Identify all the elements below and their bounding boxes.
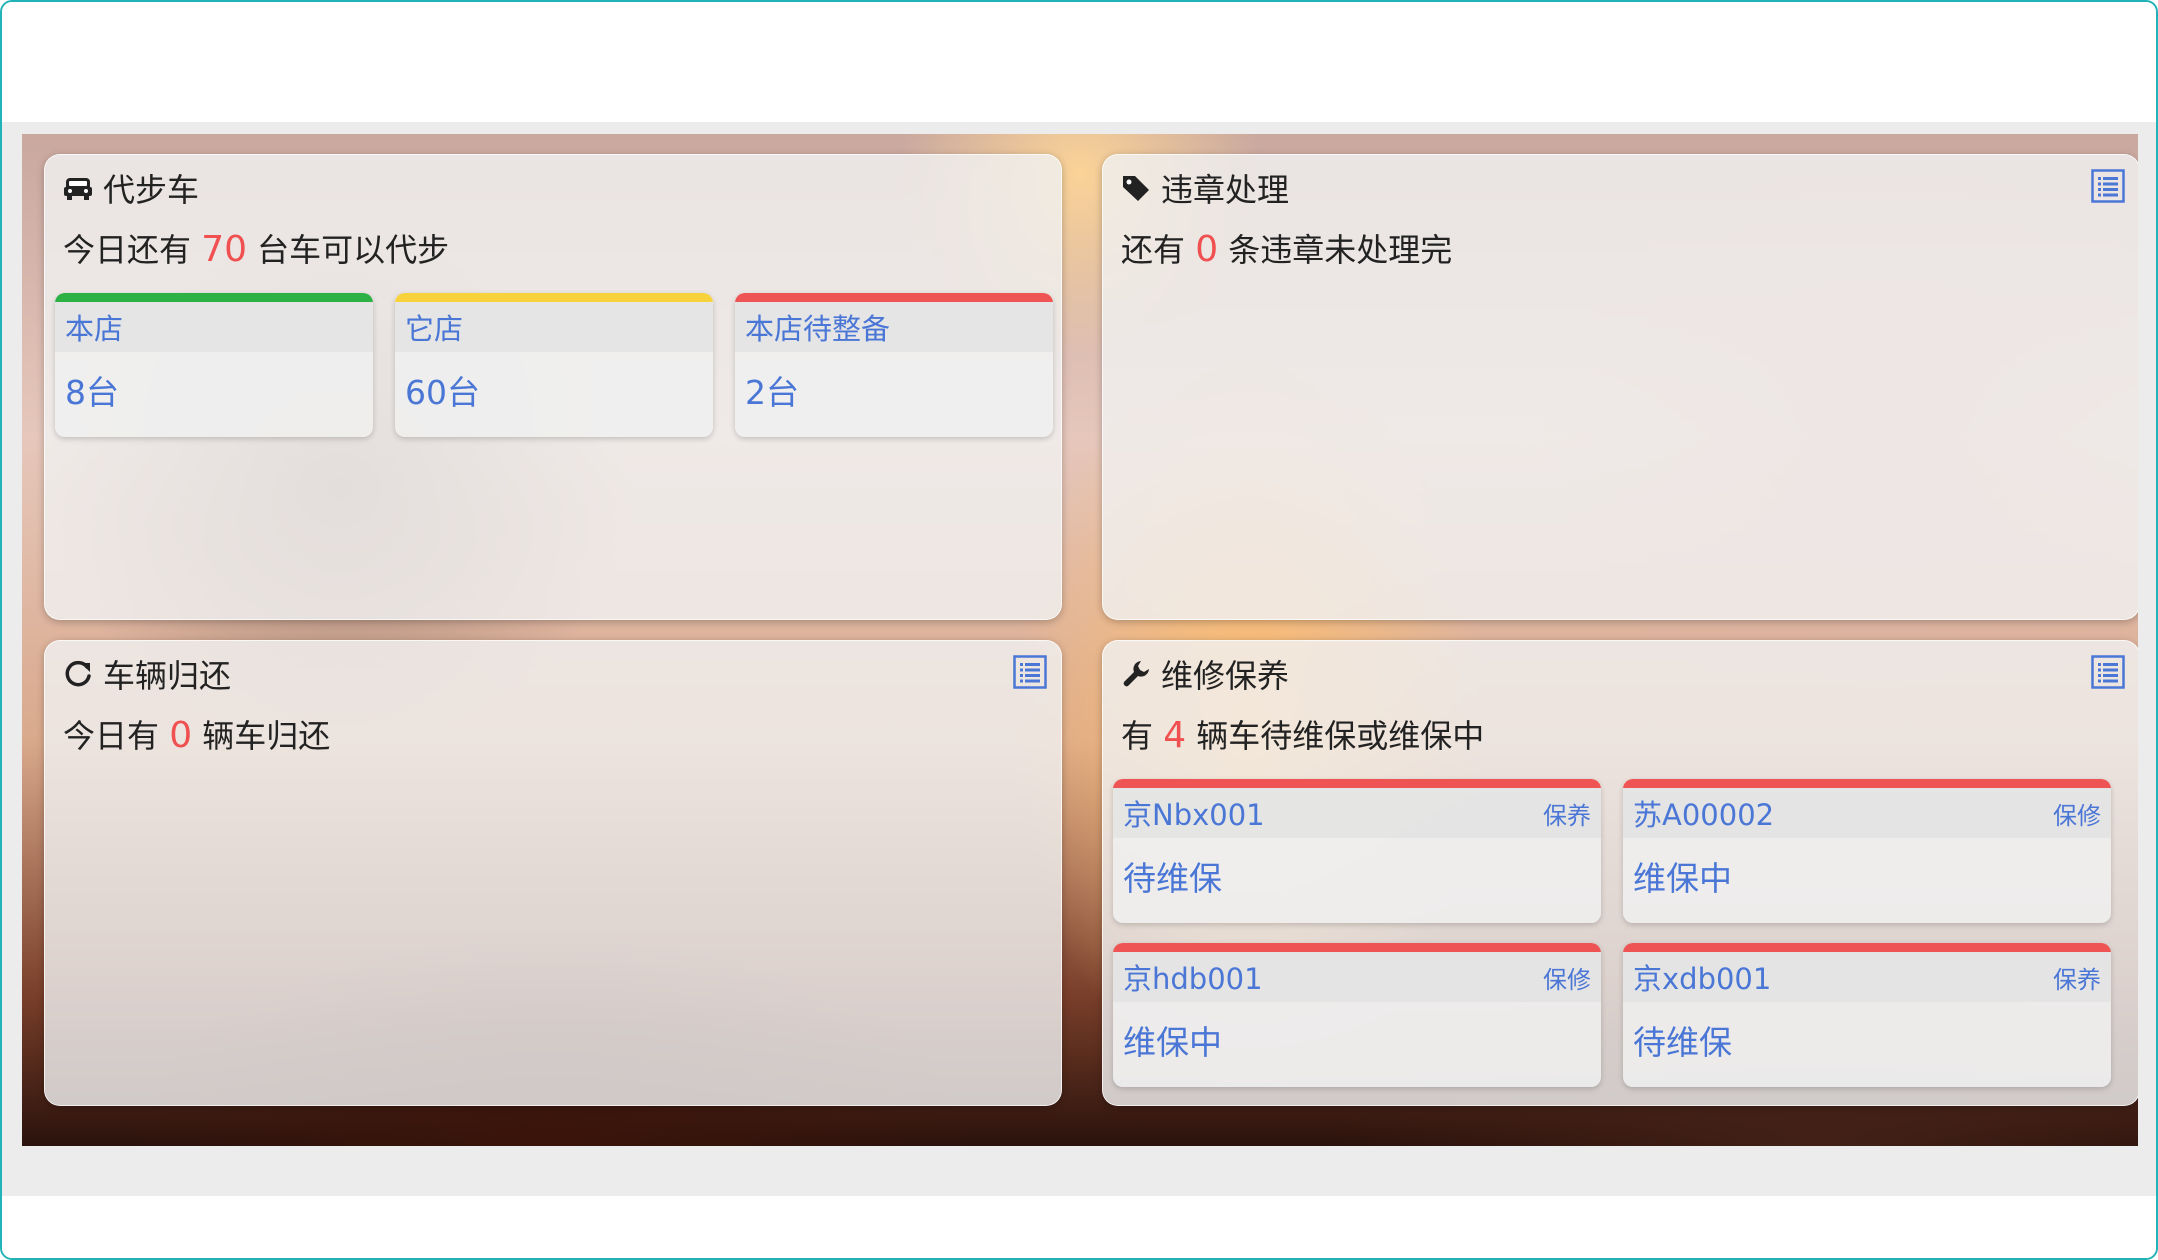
tile-label-row: 本店待整备: [735, 302, 1053, 352]
tile-color-bar: [1623, 779, 2111, 788]
wrench-icon: [1121, 659, 1151, 689]
maintenance-card: 维修保养 有 4 辆车待维保或维保中 京Nbx001 保养 待维保 苏A0000…: [1102, 640, 2138, 1106]
tile-label-row: 京Nbx001 保养: [1113, 788, 1601, 838]
vehicle-plate: 京hdb001: [1123, 962, 1263, 996]
return-summary-count: 0: [169, 715, 193, 756]
maintenance-summary-count: 4: [1163, 715, 1187, 756]
return-card-header: 车辆归还: [63, 651, 231, 697]
maintenance-summary-prefix: 有: [1121, 717, 1154, 755]
loaner-car-card: 代步车 今日还有 70 台车可以代步 本店 8台 它店 60台 本店待整备 2台: [44, 154, 1062, 620]
violation-card-header: 违章处理: [1121, 165, 1289, 211]
tile-value: 2台: [745, 373, 799, 412]
loaner-summary-prefix: 今日还有: [63, 231, 192, 269]
return-summary-suffix: 辆车归还: [202, 717, 331, 755]
violation-summary-prefix: 还有: [1121, 231, 1186, 269]
tile-color-bar: [1113, 779, 1601, 788]
maintenance-summary: 有 4 辆车待维保或维保中: [1121, 711, 1484, 757]
vehicle-plate: 京Nbx001: [1123, 798, 1265, 832]
tile-label: 它店: [405, 312, 464, 346]
violation-card: 违章处理 还有 0 条违章未处理完: [1102, 154, 2138, 620]
tile-color-bar: [735, 293, 1053, 302]
vehicle-plate: 苏A00002: [1633, 798, 1775, 832]
vehicle-plate: 京xdb001: [1633, 962, 1772, 996]
return-summary-prefix: 今日有: [63, 717, 160, 755]
list-icon[interactable]: [2091, 655, 2125, 689]
tile-color-bar: [55, 293, 373, 302]
service-type-badge: 保修: [2053, 801, 2101, 830]
maintenance-tile[interactable]: 苏A00002 保修 维保中: [1623, 779, 2111, 923]
tile-label: 本店: [65, 312, 124, 346]
tile-label: 本店待整备: [745, 312, 891, 346]
maintenance-card-title: 维修保养: [1161, 657, 1290, 695]
loaner-summary: 今日还有 70 台车可以代步: [63, 225, 449, 271]
violation-summary-count: 0: [1195, 229, 1219, 270]
dashboard-stage: 代步车 今日还有 70 台车可以代步 本店 8台 它店 60台 本店待整备 2台…: [22, 134, 2138, 1146]
service-type-badge: 保养: [2053, 965, 2101, 994]
loaner-summary-suffix: 台车可以代步: [257, 231, 450, 269]
tile-value: 60台: [405, 373, 480, 412]
loaner-card-title: 代步车: [103, 171, 200, 209]
return-card-title: 车辆归还: [103, 657, 232, 695]
tile-color-bar: [395, 293, 713, 302]
tag-icon: [1121, 173, 1151, 203]
service-status: 维保中: [1123, 1023, 1222, 1062]
tile-label-row: 京hdb001 保修: [1113, 952, 1601, 1002]
violation-summary-suffix: 条违章未处理完: [1228, 231, 1453, 269]
list-icon[interactable]: [2091, 169, 2125, 203]
maintenance-tile[interactable]: 京xdb001 保养 待维保: [1623, 943, 2111, 1087]
service-status: 待维保: [1633, 1023, 1732, 1062]
tile-label-row: 京xdb001 保养: [1623, 952, 2111, 1002]
loaner-summary-count: 70: [201, 229, 247, 270]
app-frame: 代步车 今日还有 70 台车可以代步 本店 8台 它店 60台 本店待整备 2台…: [0, 0, 2158, 1260]
bottom-area: [2, 1196, 2156, 1258]
tile-label-row: 本店: [55, 302, 373, 352]
maintenance-summary-suffix: 辆车待维保或维保中: [1196, 717, 1485, 755]
tile-color-bar: [1113, 943, 1601, 952]
service-status: 待维保: [1123, 859, 1222, 898]
tile-label-row: 苏A00002 保修: [1623, 788, 2111, 838]
loaner-tile-other-store[interactable]: 它店 60台: [395, 293, 713, 437]
list-icon[interactable]: [1013, 655, 1047, 689]
violation-summary: 还有 0 条违章未处理完: [1121, 225, 1452, 271]
maintenance-card-header: 维修保养: [1121, 651, 1289, 697]
vehicle-return-card: 车辆归还 今日有 0 辆车归还: [44, 640, 1062, 1106]
violation-card-title: 违章处理: [1161, 171, 1290, 209]
service-type-badge: 保养: [1543, 801, 1591, 830]
maintenance-tile[interactable]: 京hdb001 保修 维保中: [1113, 943, 1601, 1087]
car-icon: [63, 173, 93, 203]
tile-value: 8台: [65, 373, 119, 412]
top-area: [2, 2, 2156, 122]
maintenance-tile[interactable]: 京Nbx001 保养 待维保: [1113, 779, 1601, 923]
service-status: 维保中: [1633, 859, 1732, 898]
tile-label-row: 它店: [395, 302, 713, 352]
refresh-icon: [63, 659, 93, 689]
loaner-tile-pending-prep[interactable]: 本店待整备 2台: [735, 293, 1053, 437]
service-type-badge: 保修: [1543, 965, 1591, 994]
loaner-tile-own-store[interactable]: 本店 8台: [55, 293, 373, 437]
loaner-card-header: 代步车: [63, 165, 199, 211]
tile-color-bar: [1623, 943, 2111, 952]
return-summary: 今日有 0 辆车归还: [63, 711, 330, 757]
